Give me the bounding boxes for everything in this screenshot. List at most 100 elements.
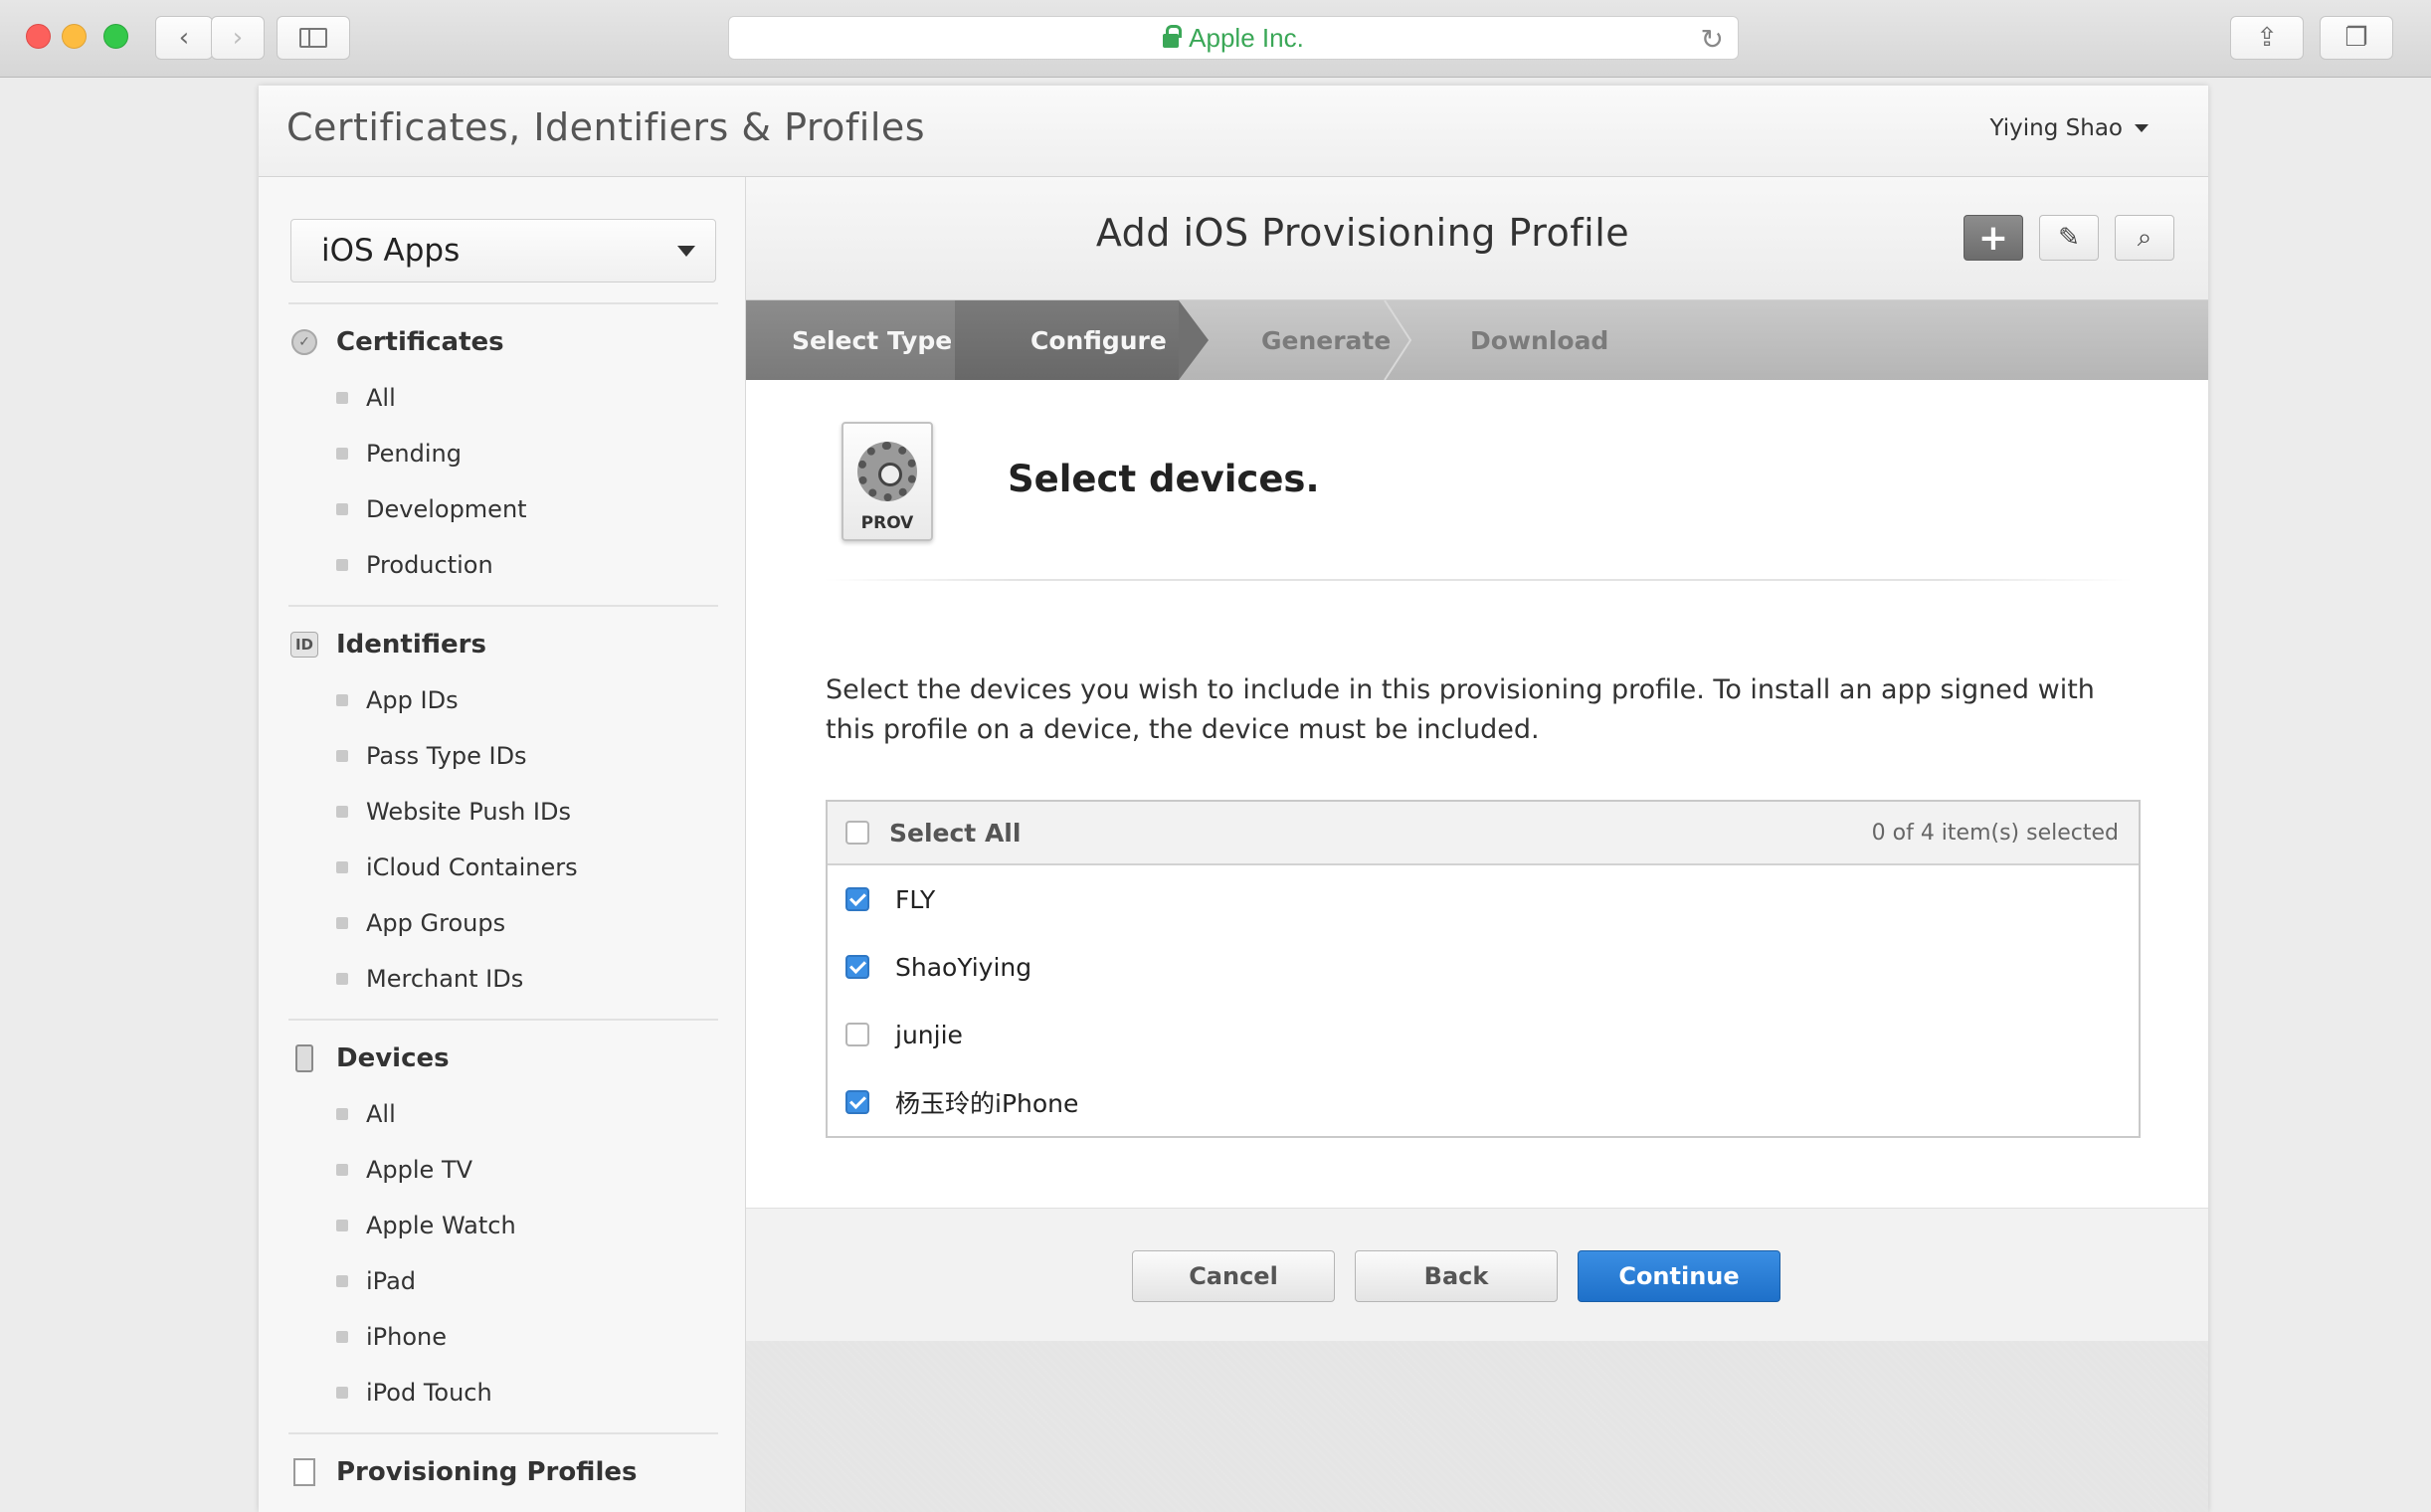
bullet-icon <box>336 1220 348 1231</box>
device-table-header: Select All 0 of 4 item(s) selected <box>828 802 2139 865</box>
sidebar-heading-label: Identifiers <box>336 630 486 660</box>
sidebar-item-label: Pass Type IDs <box>366 742 527 770</box>
sidebar-heading-label: Provisioning Profiles <box>336 1457 638 1487</box>
edit-icon: ✎ <box>2058 223 2080 253</box>
sidebar-item-label: All <box>366 1100 396 1128</box>
sidebar-heading-provisioning-profiles[interactable]: Provisioning Profiles <box>288 1444 718 1500</box>
sidebar-item-ipod-touch[interactable]: iPod Touch <box>288 1365 718 1420</box>
share-button[interactable]: ⇪ <box>2230 16 2304 60</box>
device-name: ShaoYiying <box>895 952 1032 982</box>
bullet-icon <box>336 1108 348 1120</box>
table-row: FLY <box>828 865 2139 933</box>
platform-select[interactable]: iOS Apps <box>290 219 716 283</box>
sidebar-item-label: Merchant IDs <box>366 965 524 993</box>
reload-icon[interactable]: ↻ <box>1701 23 1724 56</box>
tabs-overview-button[interactable]: ❐ <box>2320 16 2393 60</box>
sidebar-item-label: Website Push IDs <box>366 798 571 826</box>
sidebar-item-pass-type-ids[interactable]: Pass Type IDs <box>288 728 718 784</box>
zoom-window-button[interactable] <box>103 24 128 49</box>
sidebar-item-development[interactable]: Development <box>288 481 718 537</box>
sidebar-item-label: All <box>366 384 396 412</box>
add-button[interactable]: + <box>1964 215 2023 261</box>
sidebar-heading-certificates[interactable]: ✓ Certificates <box>288 314 718 370</box>
platform-select-value: iOS Apps <box>321 233 461 269</box>
sidebar-item-iphone[interactable]: iPhone <box>288 1309 718 1365</box>
main-header: Add iOS Provisioning Profile + ✎ ⌕ <box>746 177 2208 300</box>
device-name: junjie <box>895 1020 963 1049</box>
bullet-icon <box>336 806 348 818</box>
sidebar-icon <box>299 28 327 48</box>
sidebar-item-label: Apple Watch <box>366 1212 516 1239</box>
provisioning-profile-icon: PROV <box>842 422 933 541</box>
sidebar-item-app-ids[interactable]: App IDs <box>288 672 718 728</box>
chevron-left-icon: ‹ <box>178 23 190 53</box>
section-heading: Select devices. <box>1008 458 1320 500</box>
sidebar-item-label: App Groups <box>366 909 506 937</box>
sidebar-item-label: Development <box>366 495 527 523</box>
user-menu[interactable]: Yiying Shao <box>1990 115 2149 141</box>
sidebar-item-ipad[interactable]: iPad <box>288 1253 718 1309</box>
page-footer-area <box>746 1341 2208 1512</box>
minimize-window-button[interactable] <box>62 24 87 49</box>
sidebar-item-icloud-containers[interactable]: iCloud Containers <box>288 840 718 895</box>
back-nav-button[interactable]: ‹ <box>155 16 213 60</box>
gear-icon <box>857 442 917 501</box>
description-text: Select the devices you wish to include i… <box>826 674 2095 745</box>
document-icon <box>290 1458 318 1486</box>
sidebar-item-pending[interactable]: Pending <box>288 426 718 481</box>
sidebar-item-label: App IDs <box>366 686 459 714</box>
search-button[interactable]: ⌕ <box>2115 215 2174 261</box>
address-text: Apple Inc. <box>1189 22 1304 53</box>
continue-button[interactable]: Continue <box>1578 1250 1780 1302</box>
sidebar-toggle-button[interactable] <box>277 16 350 60</box>
page-title: Certificates, Identifiers & Profiles <box>286 105 926 149</box>
device-checkbox[interactable] <box>845 1023 869 1046</box>
edit-button[interactable]: ✎ <box>2039 215 2099 261</box>
chevron-down-icon <box>677 246 695 257</box>
sidebar-heading-identifiers[interactable]: ID Identifiers <box>288 617 718 672</box>
id-icon: ID <box>290 631 318 659</box>
sidebar-heading-devices[interactable]: Devices <box>288 1031 718 1086</box>
device-checkbox[interactable] <box>845 887 869 911</box>
sidebar-item-label: Production <box>366 551 493 579</box>
prov-label: PROV <box>860 513 914 533</box>
step-configure: Configure <box>1030 325 1167 355</box>
bullet-icon <box>336 1275 348 1287</box>
user-name: Yiying Shao <box>1989 115 2123 141</box>
table-row: junjie <box>828 1001 2139 1068</box>
sidebar-item-merchant-ids[interactable]: Merchant IDs <box>288 951 718 1007</box>
sidebar-item-app-groups[interactable]: App Groups <box>288 895 718 951</box>
bullet-icon <box>336 503 348 515</box>
sidebar-item-production[interactable]: Production <box>288 537 718 593</box>
lock-icon <box>1163 25 1183 48</box>
sidebar-item-label: iPod Touch <box>366 1379 492 1407</box>
certificate-icon: ✓ <box>290 328 318 356</box>
wizard-steps: Select Type Configure Generate Download <box>746 300 2208 380</box>
sidebar-heading-label: Devices <box>336 1043 450 1073</box>
selection-count: 0 of 4 item(s) selected <box>1871 820 2119 846</box>
bullet-icon <box>336 559 348 571</box>
table-row: ShaoYiying <box>828 933 2139 1001</box>
sidebar-section-devices: Devices All Apple TV Apple Watch iPad iP… <box>288 1019 718 1420</box>
address-bar[interactable]: Apple Inc. ↻ <box>728 16 1739 60</box>
table-row: 杨玉玲的iPhone <box>828 1068 2139 1136</box>
plus-icon: + <box>1977 217 2009 259</box>
back-button[interactable]: Back <box>1355 1250 1558 1302</box>
bullet-icon <box>336 1164 348 1176</box>
sidebar-item-devices-all[interactable]: All <box>288 1086 718 1142</box>
browser-toolbar: ‹ › Apple Inc. ↻ ⇪ ❐ <box>0 0 2431 78</box>
select-all-checkbox[interactable] <box>845 821 869 845</box>
forward-nav-button[interactable]: › <box>211 16 265 60</box>
close-window-button[interactable] <box>26 24 51 49</box>
cancel-button[interactable]: Cancel <box>1132 1250 1335 1302</box>
device-checkbox[interactable] <box>845 1090 869 1114</box>
device-checkbox[interactable] <box>845 955 869 979</box>
sidebar-item-website-push-ids[interactable]: Website Push IDs <box>288 784 718 840</box>
bullet-icon <box>336 1331 348 1343</box>
sidebar-item-apple-tv[interactable]: Apple TV <box>288 1142 718 1198</box>
device-table: Select All 0 of 4 item(s) selected FLY S… <box>826 800 2141 1138</box>
sidebar-item-apple-watch[interactable]: Apple Watch <box>288 1198 718 1253</box>
sidebar-heading-label: Certificates <box>336 327 504 357</box>
sidebar-item-certificates-all[interactable]: All <box>288 370 718 426</box>
page: Certificates, Identifiers & Profiles Yiy… <box>259 86 2208 1512</box>
